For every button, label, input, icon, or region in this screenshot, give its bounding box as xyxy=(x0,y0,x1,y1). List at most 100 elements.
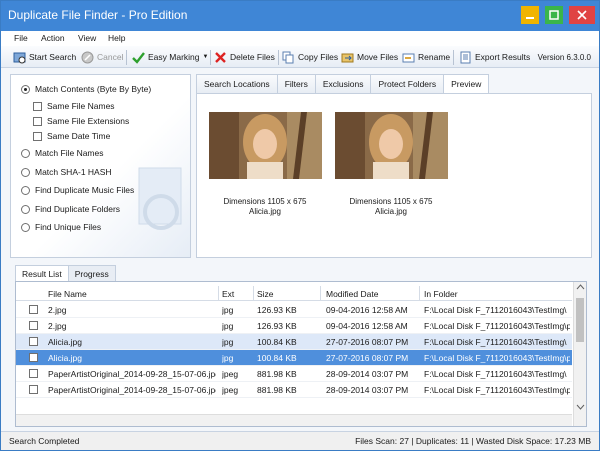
search-options-panel: Match Contents (Byte By Byte) Same File … xyxy=(10,74,191,258)
preview-caption: Dimensions 1105 x 675 Alicia.jpg xyxy=(205,197,325,217)
column-divider[interactable] xyxy=(218,286,219,301)
rename-icon xyxy=(402,51,415,64)
option-same-file-names[interactable]: Same File Names xyxy=(33,101,115,111)
table-row[interactable]: Alicia.jpg jpg 100.84 KB 27-07-2016 08:07 P… xyxy=(16,334,572,350)
option-same-file-extensions[interactable]: Same File Extensions xyxy=(33,116,129,126)
maximize-icon[interactable] xyxy=(545,6,563,24)
preview-filename: Alicia.jpg xyxy=(374,207,407,216)
column-modified-date[interactable]: Modified Date xyxy=(326,289,378,299)
tab-protect-folders[interactable]: Protect Folders xyxy=(370,74,444,94)
cancel-icon xyxy=(81,51,94,64)
horizontal-scrollbar[interactable] xyxy=(16,414,572,426)
row-checkbox[interactable] xyxy=(29,321,38,330)
checkbox[interactable] xyxy=(33,131,42,141)
easy-marking-button[interactable]: Easy Marking ▼ xyxy=(132,50,208,64)
tab-progress[interactable]: Progress xyxy=(67,265,116,282)
option-find-duplicate-folders[interactable]: Find Duplicate Folders xyxy=(21,204,120,214)
radio-button[interactable] xyxy=(21,148,30,158)
menu-bar: File Action View Help xyxy=(1,31,599,46)
tab-preview[interactable]: Preview xyxy=(443,74,490,94)
title-bar[interactable]: Duplicate File Finder - Pro Edition xyxy=(1,1,599,31)
menu-action[interactable]: Action xyxy=(41,33,65,43)
radio-button[interactable] xyxy=(21,185,30,195)
table-row[interactable]: PaperArtistOriginal_2014-09-28_15-07-06.… xyxy=(16,382,572,398)
table-row[interactable]: 2.jpg jpg 126.93 KB 09-04-2016 12:58 AM F:\L… xyxy=(16,318,572,334)
tab-filters[interactable]: Filters xyxy=(276,74,315,94)
settings-tabs: Search Locations Filters Exclusions Prot… xyxy=(196,74,490,94)
column-in-folder[interactable]: In Folder xyxy=(424,289,458,299)
cancel-button[interactable]: Cancel xyxy=(81,50,123,64)
cell-date: 09-04-2016 12:58 AM xyxy=(326,305,408,315)
row-checkbox[interactable] xyxy=(29,385,38,394)
column-file-name[interactable]: File Name xyxy=(48,289,87,299)
cell-date: 28-09-2014 03:07 PM xyxy=(326,369,409,379)
cell-folder: F:\Local Disk F_7112016043\TestImg\prote xyxy=(424,321,570,331)
start-search-button[interactable]: Start Search xyxy=(13,50,76,64)
option-match-sha1[interactable]: Match SHA-1 HASH xyxy=(21,167,112,177)
radio-button[interactable] xyxy=(21,167,30,177)
result-list-header: File Name Ext Size Modified Date In Fold… xyxy=(16,286,572,301)
row-checkbox[interactable] xyxy=(29,305,38,314)
scrollbar-thumb[interactable] xyxy=(576,298,584,342)
toolbar-separator xyxy=(126,50,127,65)
preview-caption: Dimensions 1105 x 675 Alicia.jpg xyxy=(331,197,451,217)
checkbox[interactable] xyxy=(33,116,42,126)
scan-summary: Files Scan: 27 | Duplicates: 11 | Wasted… xyxy=(355,436,591,446)
column-size[interactable]: Size xyxy=(257,289,274,299)
option-match-contents[interactable]: Match Contents (Byte By Byte) xyxy=(21,84,151,94)
copy-icon xyxy=(282,51,295,64)
menu-file[interactable]: File xyxy=(14,33,28,43)
cell-date: 27-07-2016 08:07 PM xyxy=(326,337,409,347)
option-match-file-names[interactable]: Match File Names xyxy=(21,148,104,158)
tab-search-locations[interactable]: Search Locations xyxy=(196,74,277,94)
export-results-button[interactable]: Export Results xyxy=(459,50,530,64)
preview-image[interactable] xyxy=(335,112,448,179)
scroll-down-icon[interactable] xyxy=(574,402,587,412)
delete-files-button[interactable]: Delete Files xyxy=(214,50,275,64)
version-label: Version 6.3.0.0 xyxy=(537,53,591,62)
preview-image[interactable] xyxy=(209,112,322,179)
cell-name: Alicia.jpg xyxy=(48,337,83,347)
copy-files-button[interactable]: Copy Files xyxy=(282,50,338,64)
table-row[interactable]: Alicia.jpg jpg 100.84 KB 27-07-2016 08:07 P… xyxy=(16,350,572,366)
toolbar-separator xyxy=(210,50,211,65)
scroll-up-icon[interactable] xyxy=(574,282,587,292)
radio-button[interactable] xyxy=(21,84,30,94)
cell-folder: F:\Local Disk F_7112016043\TestImg\ xyxy=(424,337,567,347)
column-divider[interactable] xyxy=(320,286,321,301)
preview-dimensions: Dimensions 1105 x 675 xyxy=(223,197,307,206)
row-checkbox[interactable] xyxy=(29,353,38,362)
cell-size: 881.98 KB xyxy=(257,369,297,379)
column-ext[interactable]: Ext xyxy=(222,289,234,299)
vertical-scrollbar[interactable] xyxy=(573,282,586,426)
cell-name: PaperArtistOriginal_2014-09-28_15-07-06.… xyxy=(48,385,216,395)
preview-dimensions: Dimensions 1105 x 675 xyxy=(349,197,433,206)
delete-icon xyxy=(214,51,227,64)
toolbar-separator xyxy=(278,50,279,65)
column-divider[interactable] xyxy=(253,286,254,301)
menu-help[interactable]: Help xyxy=(108,33,125,43)
minimize-icon[interactable] xyxy=(521,6,539,24)
cell-folder: F:\Local Disk F_7112016043\TestImg\ xyxy=(424,305,567,315)
tab-result-list[interactable]: Result List xyxy=(15,265,68,282)
menu-view[interactable]: View xyxy=(78,33,96,43)
tab-exclusions[interactable]: Exclusions xyxy=(314,74,371,94)
option-find-unique-files[interactable]: Find Unique Files xyxy=(21,222,101,232)
cell-date: 09-04-2016 12:58 AM xyxy=(326,321,408,331)
cell-ext: jpg xyxy=(222,353,234,363)
table-row[interactable]: PaperArtistOriginal_2014-09-28_15-07-06.… xyxy=(16,366,572,382)
row-checkbox[interactable] xyxy=(29,337,38,346)
radio-button[interactable] xyxy=(21,204,30,214)
move-files-button[interactable]: Move Files xyxy=(341,50,398,64)
option-same-date-time[interactable]: Same Date Time xyxy=(33,131,110,141)
close-icon[interactable] xyxy=(569,6,595,24)
row-checkbox[interactable] xyxy=(29,369,38,378)
column-divider[interactable] xyxy=(419,286,420,301)
status-text: Search Completed xyxy=(9,436,80,446)
table-row[interactable]: 2.jpg jpg 126.93 KB 09-04-2016 12:58 AM F:\L… xyxy=(16,302,572,318)
rename-button[interactable]: Rename xyxy=(402,50,450,64)
cell-folder: F:\Local Disk F_7112016043\TestImg\prote xyxy=(424,385,570,395)
option-find-duplicate-music[interactable]: Find Duplicate Music Files xyxy=(21,185,134,195)
radio-button[interactable] xyxy=(21,222,30,232)
checkbox[interactable] xyxy=(33,101,42,111)
